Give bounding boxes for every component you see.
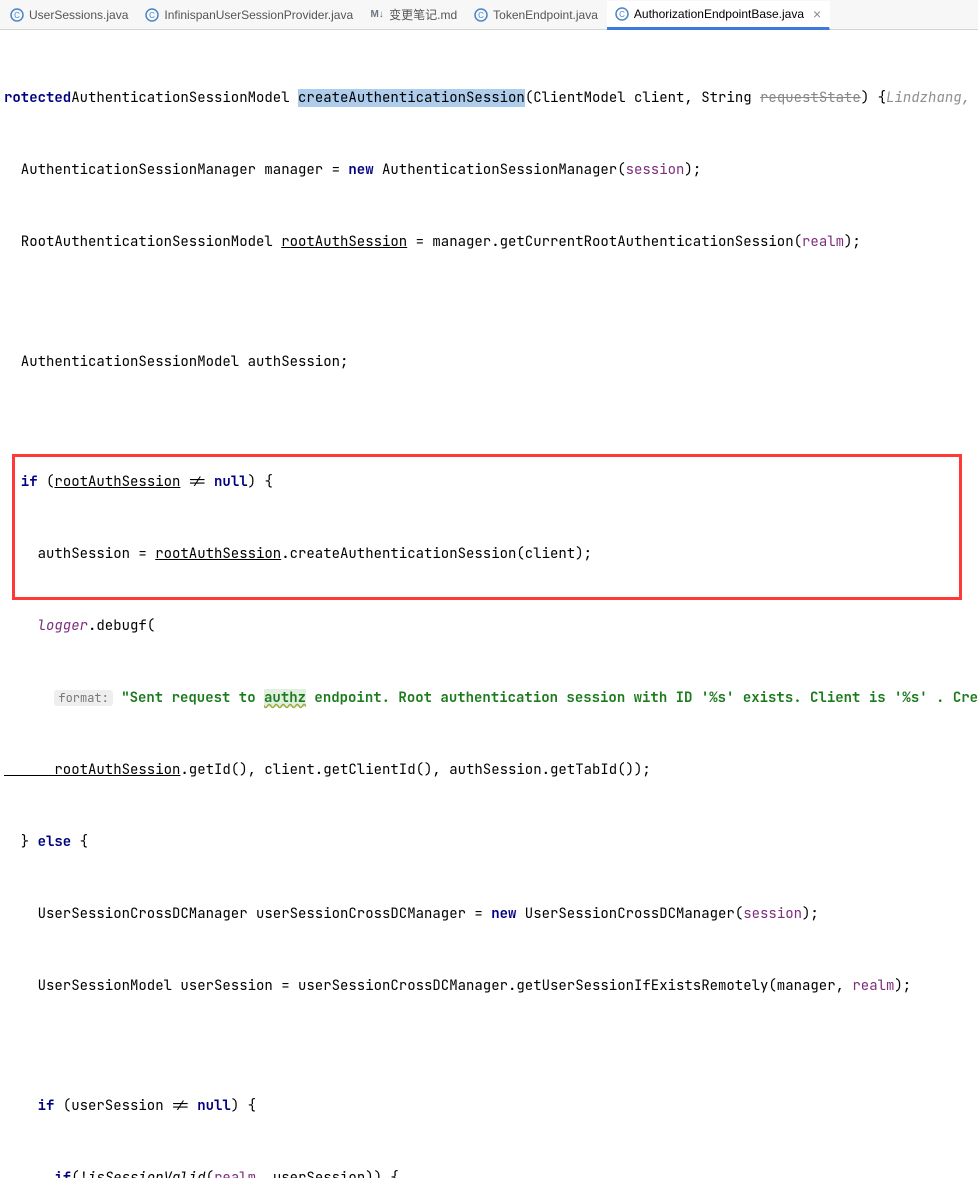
tab-label: AuthorizationEndpointBase.java [634, 7, 804, 21]
tab-tokenendpoint[interactable]: C TokenEndpoint.java [466, 0, 607, 29]
java-class-icon: C [10, 8, 24, 22]
tab-label: InfinispanUserSessionProvider.java [164, 8, 353, 22]
tab-infinispan[interactable]: C InfinispanUserSessionProvider.java [137, 0, 362, 29]
java-class-icon: C [474, 8, 488, 22]
tab-usersessions[interactable]: C UserSessions.java [2, 0, 137, 29]
code-editor[interactable]: rotectedAuthenticationSessionModel creat… [0, 30, 978, 1178]
svg-text:C: C [478, 11, 484, 20]
java-class-icon: C [145, 8, 159, 22]
tab-label: TokenEndpoint.java [493, 8, 598, 22]
tab-label: UserSessions.java [29, 8, 128, 22]
keyword: rotected [4, 89, 71, 107]
tab-label: 变更笔记.md [389, 6, 457, 23]
svg-text:C: C [619, 10, 625, 19]
java-class-icon: C [615, 7, 629, 21]
tab-authendpointbase[interactable]: C AuthorizationEndpointBase.java × [607, 1, 830, 30]
close-icon[interactable]: × [809, 6, 821, 22]
tab-bar: C UserSessions.java C InfinispanUserSess… [0, 0, 978, 30]
markdown-icon: M↓ [370, 8, 384, 22]
selected-text: createAuthenticationSession [298, 89, 525, 107]
parameter-hint: format: [54, 690, 112, 706]
svg-text:C: C [14, 11, 20, 20]
tab-notes[interactable]: M↓ 变更笔记.md [362, 0, 466, 29]
svg-text:C: C [149, 11, 155, 20]
git-annotation: Lindzhang, 202 [886, 86, 978, 110]
